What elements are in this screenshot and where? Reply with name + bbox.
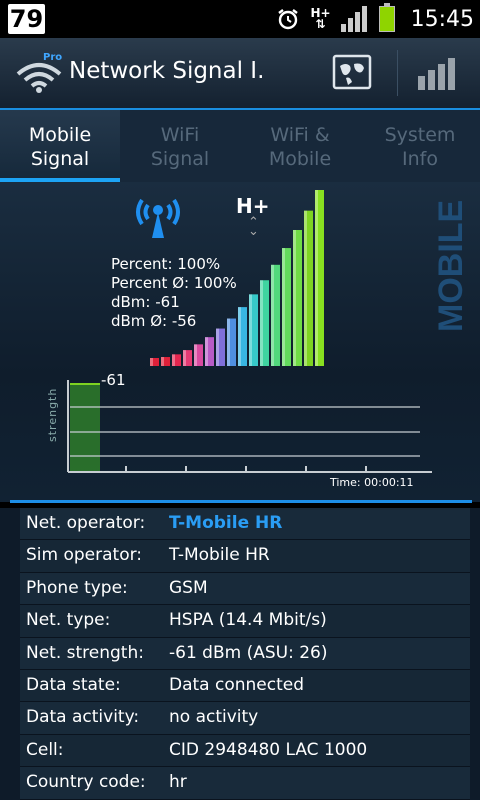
- signal-bar-highlight: [238, 307, 241, 366]
- info-row: Net. operator: T-Mobile HR: [20, 508, 470, 541]
- signal-bars-button[interactable]: [416, 56, 456, 90]
- data-arrows-icon: ⇅: [315, 17, 326, 31]
- wifi-pro-logo-icon: Pro: [16, 52, 62, 93]
- signal-bar-highlight: [205, 337, 208, 366]
- info-value: hr: [169, 772, 187, 793]
- graph-current-value: -61: [101, 371, 126, 389]
- graph-signal-fill: [70, 384, 100, 472]
- signal-bar-highlight: [194, 344, 197, 366]
- battery-icon: [378, 3, 395, 32]
- info-row: Phone type: GSM: [20, 572, 470, 606]
- info-row: Data activity: no activity: [20, 702, 470, 735]
- signal-bar-highlight: [183, 350, 186, 366]
- info-key: Cell:: [26, 739, 64, 760]
- info-row: Cell: CID 2948480 LAC 1000: [20, 734, 470, 768]
- info-row: Net. type: HSPA (14.4 Mbit/s): [20, 605, 470, 638]
- clock: 15:45: [410, 6, 474, 32]
- signal-bar-highlight: [293, 229, 296, 366]
- map-button[interactable]: [332, 54, 372, 90]
- info-key: Sim operator:: [26, 545, 143, 566]
- app-title: Network Signal I.: [69, 58, 265, 84]
- signal-bar-highlight: [282, 248, 285, 366]
- tab-label: WiFi & Mobile: [268, 124, 332, 170]
- header-divider: [397, 50, 398, 96]
- network-info-list: Net. operator: T-Mobile HR Sim operator: T-…: [0, 508, 480, 800]
- info-row: Data state: Data connected: [20, 669, 470, 703]
- pro-badge: Pro: [43, 52, 62, 63]
- graph-y-label: strength: [46, 387, 59, 442]
- info-row: Net. strength: -61 dBm (ASU: 26): [20, 637, 470, 670]
- info-key: Data state:: [26, 674, 121, 695]
- tab-system-info[interactable]: System Info: [360, 110, 480, 182]
- info-value: CID 2948480 LAC 1000: [169, 739, 368, 760]
- alarm-icon: [278, 9, 299, 30]
- status-icons: H+ ⇅ 15:45: [276, 0, 474, 38]
- info-key: Net. type:: [26, 610, 111, 631]
- signal-bar-highlight: [227, 318, 230, 366]
- strength-history-graph: [67, 380, 432, 473]
- info-key: Phone type:: [26, 577, 128, 598]
- network-type-indicator: H+ ⇅: [310, 7, 330, 31]
- info-value: GSM: [169, 577, 208, 598]
- info-key: Country code:: [26, 772, 146, 793]
- info-key: Net. operator:: [26, 513, 146, 533]
- info-key: Net. strength:: [26, 642, 144, 663]
- signal-bar-highlight: [172, 354, 175, 366]
- graph-time-label: Time: 00:00:11: [330, 476, 414, 489]
- signal-bar-highlight: [271, 264, 274, 366]
- tab-wifi-signal[interactable]: WiFi Signal: [120, 110, 240, 182]
- tab-mobile-signal[interactable]: Mobile Signal: [0, 110, 120, 182]
- signal-bar-highlight: [161, 357, 164, 366]
- info-key: Data activity:: [26, 707, 140, 728]
- info-value: T-Mobile HR: [169, 513, 283, 533]
- info-value: -61 dBm (ASU: 26): [169, 642, 328, 663]
- signal-bar-highlight: [216, 328, 219, 366]
- signal-bar-highlight: [249, 294, 252, 366]
- info-row: Country code: hr: [20, 767, 470, 800]
- mobile-label-text: MOBILE: [432, 200, 470, 332]
- cell-signal-icon: [340, 6, 367, 32]
- signal-strength-bars: [150, 190, 324, 366]
- notification-badge: 79: [8, 4, 45, 34]
- info-value: Data connected: [169, 674, 305, 695]
- signal-bar-highlight: [260, 280, 263, 366]
- info-value: T-Mobile HR: [169, 545, 270, 566]
- status-bar: 79 H+ ⇅ 15:45: [0, 0, 480, 38]
- tab-label: Mobile Signal: [28, 124, 92, 170]
- info-row: Sim operator: T-Mobile HR: [20, 540, 470, 573]
- tab-label: System Info: [384, 124, 456, 170]
- info-value: HSPA (14.4 Mbit/s): [169, 610, 327, 631]
- mobile-side-label: MOBILE: [432, 200, 470, 332]
- app-header: Pro Network Signal I.: [0, 38, 480, 110]
- signal-bar-highlight: [304, 210, 307, 366]
- section-divider: [10, 500, 472, 503]
- tab-wifi-mobile[interactable]: WiFi & Mobile: [240, 110, 360, 182]
- signal-panel: MOBILE H+ ⌃ ⌄ Percent: 100% Percent Ø: 10…: [0, 182, 480, 502]
- tab-bar: Mobile Signal WiFi Signal WiFi & Mobile …: [0, 110, 480, 182]
- signal-bar-highlight: [315, 190, 318, 366]
- info-value: no activity: [169, 707, 259, 728]
- tab-label: WiFi Signal: [150, 124, 210, 170]
- signal-bar-highlight: [150, 358, 153, 366]
